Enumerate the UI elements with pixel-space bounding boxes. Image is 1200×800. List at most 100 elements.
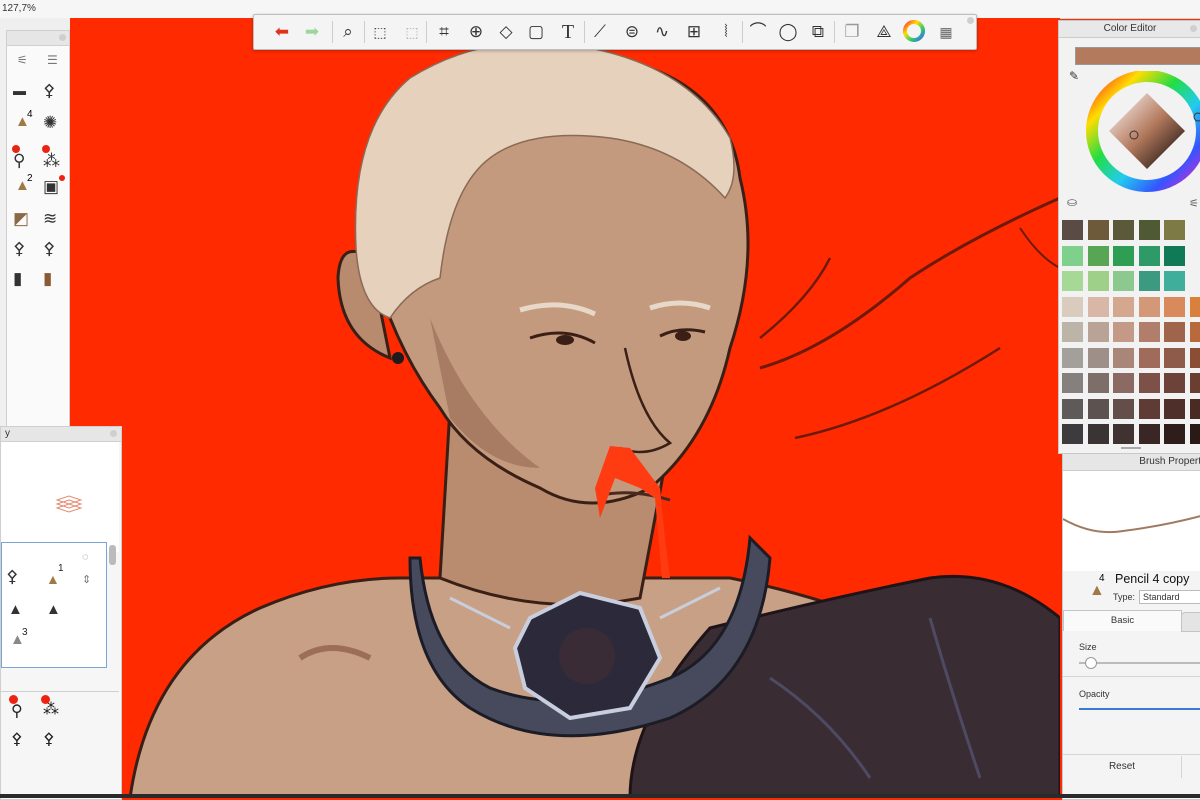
palette-swatch[interactable] xyxy=(1163,270,1186,292)
palette-swatch[interactable] xyxy=(1061,398,1084,420)
palette-swatch[interactable] xyxy=(1189,321,1200,343)
palette-swatch[interactable] xyxy=(1112,296,1135,318)
palettes-icon[interactable]: ▦ xyxy=(934,20,958,44)
perspective-guide-icon[interactable]: ⊞ xyxy=(682,20,706,44)
panel-close-icon[interactable] xyxy=(1190,25,1197,32)
brush-eraser[interactable]: ▮ xyxy=(9,267,35,297)
ruler-icon[interactable]: ⟋ xyxy=(588,20,612,44)
marker-icon[interactable]: ⚴ xyxy=(43,729,55,749)
size-slider-knob[interactable] xyxy=(1085,657,1097,669)
redo-icon[interactable]: ➡ xyxy=(300,20,324,44)
transform-icon[interactable]: ⊕ xyxy=(464,20,488,44)
brush-name[interactable]: Pencil 4 copy xyxy=(1115,572,1189,586)
palette-swatch[interactable] xyxy=(1163,398,1186,420)
brush-flat-marker[interactable]: ▬ xyxy=(9,81,35,111)
reorder-icon[interactable]: ⇕ xyxy=(82,573,91,586)
drawing-canvas[interactable] xyxy=(70,18,1060,798)
color-wheel-icon[interactable] xyxy=(902,20,926,44)
scrollbar[interactable] xyxy=(109,545,116,565)
opacity-slider[interactable] xyxy=(1079,708,1200,710)
brush-pencil-2[interactable]: ▲ 2 xyxy=(11,175,37,205)
stroke-curve-icon[interactable]: ⌒ xyxy=(746,20,770,44)
palette-swatch[interactable] xyxy=(1163,347,1186,369)
palette-swatch[interactable] xyxy=(1163,219,1186,241)
ellipse-icon[interactable]: ◯ xyxy=(776,20,800,44)
palette-swatch[interactable] xyxy=(1189,296,1200,318)
brush-pencil-4[interactable]: ▲ 4 xyxy=(11,111,37,141)
palette-swatch[interactable] xyxy=(1087,270,1110,292)
lasso-select-icon[interactable]: ⬚ xyxy=(400,20,424,44)
palette-swatch[interactable] xyxy=(1163,372,1186,394)
text-icon[interactable]: T xyxy=(556,20,580,44)
panel-resize-grip[interactable] xyxy=(1121,447,1141,449)
brush-scatter[interactable]: ⁂ xyxy=(39,143,65,173)
tab-advanced[interactable] xyxy=(1181,612,1200,632)
french-curve-icon[interactable]: ∿ xyxy=(650,20,674,44)
palette-swatch[interactable] xyxy=(1061,270,1084,292)
size-slider[interactable] xyxy=(1079,662,1200,664)
crop-icon[interactable]: ⌗ xyxy=(432,20,456,44)
palette-swatch[interactable] xyxy=(1138,296,1161,318)
palette-swatch[interactable] xyxy=(1087,321,1110,343)
palette-swatch[interactable] xyxy=(1087,219,1110,241)
palette-swatch[interactable] xyxy=(1112,423,1135,445)
palette-swatch[interactable] xyxy=(1163,296,1186,318)
type-select[interactable]: Standard xyxy=(1139,590,1200,604)
palette-swatch[interactable] xyxy=(1112,347,1135,369)
palette-swatch[interactable] xyxy=(1189,398,1200,420)
palette-swatch[interactable] xyxy=(1112,372,1135,394)
palette-swatch[interactable] xyxy=(1138,398,1161,420)
layers-icon[interactable]: ❐ xyxy=(840,20,864,44)
panel-close-icon[interactable] xyxy=(59,34,66,41)
palette-swatch[interactable] xyxy=(1112,321,1135,343)
palette-swatch[interactable] xyxy=(1061,372,1084,394)
brush-settings-icon[interactable]: ⚟ xyxy=(17,53,28,67)
dashed-circle-icon[interactable]: ◌ xyxy=(82,551,89,563)
palette-swatch[interactable] xyxy=(1087,245,1110,267)
toolbar-close-icon[interactable] xyxy=(967,17,974,24)
palette-swatch[interactable] xyxy=(1138,372,1161,394)
ellipse-guide-icon[interactable]: ⊜ xyxy=(620,20,644,44)
brush-palette-header[interactable] xyxy=(7,31,69,46)
brush-chisel[interactable]: ◩ xyxy=(9,207,35,237)
rect-select-icon[interactable]: ⬚ xyxy=(368,20,392,44)
distort-icon[interactable]: ◇ xyxy=(494,20,518,44)
brush-list-icon[interactable]: ☰ xyxy=(47,53,58,67)
palette-swatch[interactable] xyxy=(1163,423,1186,445)
fill-bucket-icon[interactable]: ▢ xyxy=(524,20,548,44)
palette-swatch[interactable] xyxy=(1087,423,1110,445)
palette-swatch[interactable] xyxy=(1087,372,1110,394)
palette-swatch[interactable] xyxy=(1061,296,1084,318)
palette-swatch[interactable] xyxy=(1087,296,1110,318)
panel-close-icon[interactable] xyxy=(110,430,117,437)
magnifier-icon[interactable]: ⌕ xyxy=(336,20,360,44)
color-slider-icon[interactable]: ⚟ xyxy=(1189,197,1199,210)
palette-swatch[interactable] xyxy=(1138,347,1161,369)
palette-swatch[interactable] xyxy=(1112,245,1135,267)
palette-swatch[interactable] xyxy=(1061,321,1084,343)
palette-swatch[interactable] xyxy=(1061,347,1084,369)
brush-smudge[interactable]: ≋ xyxy=(39,207,65,237)
reset-button[interactable]: Reset xyxy=(1063,756,1181,778)
palette-swatch[interactable] xyxy=(1061,423,1084,445)
brush-splatter[interactable]: ✺ xyxy=(39,111,65,141)
color-puck-icon[interactable]: ⛀ xyxy=(1067,195,1077,209)
palette-swatch[interactable] xyxy=(1138,423,1161,445)
palette-swatch[interactable] xyxy=(1087,347,1110,369)
brush-library-icon[interactable]: ⟁ xyxy=(872,20,896,44)
palette-swatch[interactable] xyxy=(1061,245,1084,267)
palette-swatch[interactable] xyxy=(1138,270,1161,292)
brush-blender[interactable]: ▮ xyxy=(39,267,65,297)
palette-swatch[interactable] xyxy=(1138,245,1161,267)
palette-swatch[interactable] xyxy=(1112,270,1135,292)
current-color-swatch[interactable] xyxy=(1075,47,1200,65)
palette-swatch[interactable] xyxy=(1163,321,1186,343)
brush-set-list[interactable]: ⚴ ▲ 1 ▲ ▲ ▲ 3 ◌ ⇕ xyxy=(1,542,107,668)
pen-icon[interactable]: ⚴ xyxy=(11,729,23,749)
palette-swatch[interactable] xyxy=(1138,321,1161,343)
shape-icon[interactable]: ⧉ xyxy=(806,20,830,44)
palette-swatch[interactable] xyxy=(1189,372,1200,394)
symmetry-icon[interactable]: ⦚ xyxy=(714,20,738,44)
palette-swatch[interactable] xyxy=(1138,219,1161,241)
brush-pen[interactable]: ⚴ xyxy=(9,237,35,267)
